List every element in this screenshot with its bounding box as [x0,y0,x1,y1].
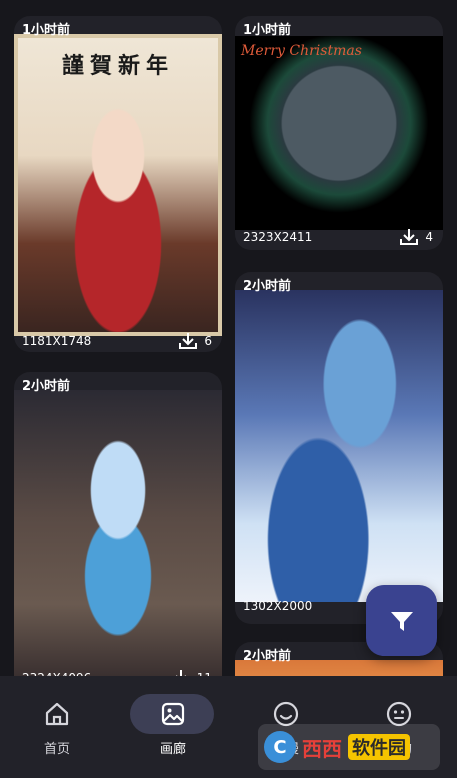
wallpaper-image[interactable] [235,290,443,602]
download-button[interactable]: 4 [399,228,433,246]
upload-time: 1小时前 [243,23,292,38]
watermark-tag: 软件园 [348,734,410,760]
watermark-brand: 西西 [302,736,342,761]
filter-button[interactable] [366,585,437,656]
card-meta: 2323X2411 4 [243,228,433,246]
wallpaper-card[interactable]: 1小时前 Merry Christmas 2323X2411 4 [235,16,443,250]
upload-time: 2小时前 [243,279,292,294]
image-banner-text: 謹賀新年 [61,53,174,79]
wallpaper-card[interactable]: 2小时前 2324X4096 11 [14,372,222,692]
image-resolution: 2323X2411 [243,230,313,244]
download-icon [179,333,198,349]
nav-label: 画廊 [159,742,186,757]
gallery-page: 1小时前 謹賀新年 1181X1748 6 2小时前 2324X4096 [0,0,457,778]
download-count: 4 [425,230,433,244]
wallpaper-card[interactable]: 1小时前 謹賀新年 1181X1748 6 [14,16,222,352]
wallpaper-image[interactable]: 謹賀新年 [14,34,222,336]
download-button[interactable]: 6 [178,332,212,350]
wallpaper-card[interactable]: 2小时前 1302X2000 [235,272,443,624]
card-meta: 1181X1748 6 [22,332,212,350]
upload-time: 2小时前 [22,379,71,394]
home-icon [45,702,69,726]
download-count: 6 [204,334,212,348]
nav-item-gallery[interactable]: 画廊 [130,694,214,758]
watermark: C 西西 软件园 [258,724,440,770]
watermark-logo-icon: C [264,731,296,763]
filter-icon [390,611,413,631]
nav-label: 首页 [43,742,70,757]
download-icon [400,229,419,245]
image-script-text: Merry Christmas [241,43,362,59]
upload-time: 1小时前 [22,23,71,38]
wallpaper-image[interactable] [14,390,222,676]
image-resolution: 1302X2000 [243,599,313,613]
image-icon [161,702,185,726]
nav-item-home[interactable]: 首页 [17,694,97,758]
wallpaper-image[interactable]: Merry Christmas [235,36,443,230]
upload-time: 2小时前 [243,649,292,664]
image-resolution: 1181X1748 [22,334,92,348]
